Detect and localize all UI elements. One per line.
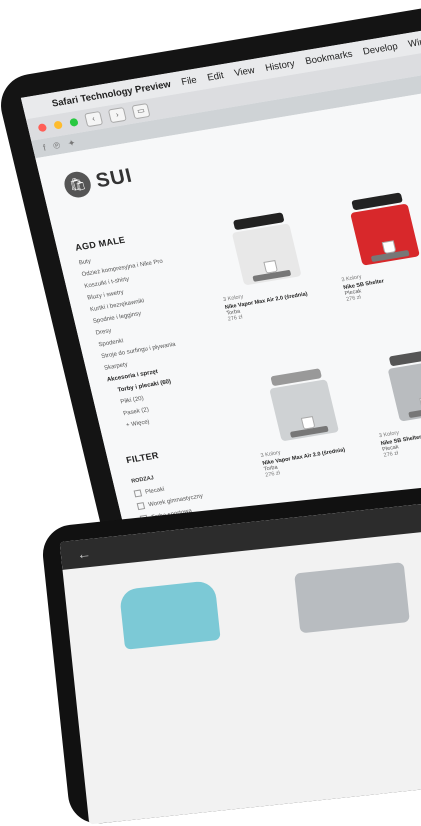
menu-view[interactable]: View <box>233 65 256 79</box>
menu-bookmarks[interactable]: Bookmarks <box>304 48 353 67</box>
filter-title: FILTER <box>125 450 160 466</box>
minimize-window-button[interactable] <box>53 120 64 130</box>
brand-logo[interactable]: 🛍 SUI <box>61 163 135 200</box>
pinterest-icon[interactable]: ℗ <box>52 140 61 151</box>
back-arrow-icon[interactable]: ← <box>76 545 92 562</box>
tablet-product-steel <box>294 562 410 634</box>
coffee-machine-icon <box>379 347 421 423</box>
menu-edit[interactable]: Edit <box>206 70 225 83</box>
coffee-machine-icon <box>260 367 344 443</box>
coffee-machine-icon <box>341 191 421 267</box>
product-card[interactable]: 3 Kolory Nike Vapor Max Air 2.0 (średnia)… <box>241 357 374 479</box>
tablet-device: ← <box>40 473 421 826</box>
tablet-screen: ← <box>59 489 421 825</box>
product-grid: 3 Kolory Nike Vapor Max Air 2.0 (średnia)… <box>204 157 421 578</box>
coffee-machine-icon <box>223 211 307 287</box>
back-icon[interactable]: ‹ <box>84 110 104 128</box>
tablet-product-blue <box>118 580 221 650</box>
category-list: Buty Odzież kompresyjna i Nike Pro Koszulk… <box>78 241 237 430</box>
zoom-window-button[interactable] <box>69 117 79 127</box>
shopping-bag-icon: 🛍 <box>61 169 94 200</box>
product-card[interactable]: 3 Kolory Nike Vapor Max Air 2.0 (średnia)… <box>204 201 337 323</box>
menu-window[interactable]: Window <box>407 33 421 49</box>
product-card[interactable]: 3 Kolory Nike SB Shelter Plecak 276 zł <box>322 181 421 303</box>
close-window-button[interactable] <box>37 123 48 133</box>
sidebar-toggle-icon[interactable]: ▭ <box>131 103 151 120</box>
product-image[interactable] <box>322 181 421 277</box>
menu-develop[interactable]: Develop <box>362 41 399 57</box>
menu-history[interactable]: History <box>264 58 296 74</box>
menu-file[interactable]: File <box>180 74 198 87</box>
product-image[interactable] <box>360 337 421 433</box>
logo-text: SUI <box>93 164 135 192</box>
facebook-icon[interactable]: f <box>42 143 47 153</box>
forward-icon[interactable]: › <box>107 106 127 124</box>
twitter-icon[interactable]: ✦ <box>67 137 77 149</box>
